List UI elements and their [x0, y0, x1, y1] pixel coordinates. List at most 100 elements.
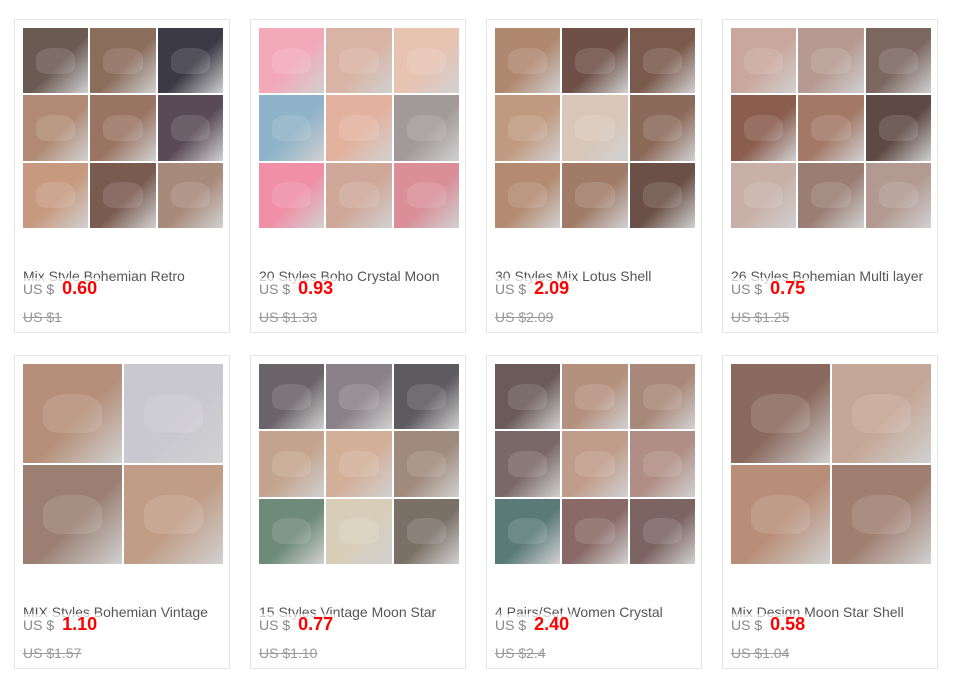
product-card[interactable]: Mix Design Moon Star Shell US $ 0.58 US … — [722, 355, 938, 669]
product-photo-tile — [393, 162, 459, 228]
product-photo-tile — [495, 431, 561, 497]
currency-label: US $ — [23, 281, 55, 297]
product-photo-tile — [259, 95, 325, 161]
product-photo-tile — [393, 431, 459, 497]
original-price: US $2.09 — [495, 309, 554, 325]
price-row: US $ 0.58 — [731, 614, 810, 636]
product-photo-tile — [865, 162, 931, 228]
price-row: US $ 2.40 — [495, 614, 574, 636]
original-price: US $2.4 — [495, 645, 546, 661]
product-photo-tile — [393, 498, 459, 564]
product-photo-tile — [495, 364, 561, 430]
product-photo-tile — [495, 162, 561, 228]
price-row: US $ 0.60 — [23, 278, 102, 300]
price-row: US $ 1.10 — [23, 614, 102, 636]
product-card[interactable]: Mix Style Bohemian Retro US $ 0.60 US $1 — [14, 19, 230, 333]
product-photo-tile — [865, 28, 931, 94]
product-photo-tile — [326, 162, 392, 228]
product-photo-tile — [393, 95, 459, 161]
product-photo-tile — [393, 28, 459, 94]
sale-price: 0.93 — [298, 278, 334, 298]
product-photo-tile — [629, 364, 695, 430]
product-photo-tile — [731, 95, 797, 161]
product-photo-tile — [629, 162, 695, 228]
product-photo-tile — [629, 431, 695, 497]
sale-price: 0.60 — [62, 278, 98, 298]
product-photo-tile — [326, 28, 392, 94]
product-image[interactable] — [495, 28, 695, 228]
original-price: US $1.04 — [731, 645, 790, 661]
original-price: US $1.57 — [23, 645, 82, 661]
product-photo-tile — [326, 364, 392, 430]
product-photo-tile — [629, 95, 695, 161]
product-photo-tile — [90, 162, 156, 228]
product-image[interactable] — [731, 364, 931, 564]
product-photo-tile — [259, 498, 325, 564]
currency-label: US $ — [495, 281, 527, 297]
product-card[interactable]: 4 Pairs/Set Women Crystal US $ 2.40 US $… — [486, 355, 702, 669]
product-photo-tile — [495, 498, 561, 564]
product-photo-tile — [731, 465, 830, 564]
product-grid: Mix Style Bohemian Retro US $ 0.60 US $1… — [0, 0, 958, 688]
product-photo-tile — [731, 162, 797, 228]
sale-price: 1.10 — [62, 614, 98, 634]
product-photo-tile — [562, 498, 628, 564]
product-photo-tile — [798, 95, 864, 161]
product-image[interactable] — [495, 364, 695, 564]
product-photo-tile — [23, 28, 89, 94]
product-photo-tile — [832, 364, 931, 463]
price-row: US $ 2.09 — [495, 278, 574, 300]
product-photo-tile — [259, 162, 325, 228]
product-photo-tile — [798, 162, 864, 228]
product-photo-tile — [393, 364, 459, 430]
product-card[interactable]: 30 Styles Mix Lotus Shell US $ 2.09 US $… — [486, 19, 702, 333]
product-photo-tile — [326, 431, 392, 497]
product-photo-tile — [326, 498, 392, 564]
price-row: US $ 0.93 — [259, 278, 338, 300]
product-image[interactable] — [259, 28, 459, 228]
product-photo-tile — [562, 28, 628, 94]
product-photo-tile — [832, 465, 931, 564]
product-photo-tile — [798, 28, 864, 94]
currency-label: US $ — [259, 617, 291, 633]
product-card[interactable]: 20 Styles Boho Crystal Moon US $ 0.93 US… — [250, 19, 466, 333]
product-photo-tile — [562, 95, 628, 161]
original-price: US $1.33 — [259, 309, 318, 325]
currency-label: US $ — [731, 281, 763, 297]
product-card[interactable]: MIX Styles Bohemian Vintage US $ 1.10 US… — [14, 355, 230, 669]
sale-price: 2.40 — [534, 614, 570, 634]
product-photo-tile — [259, 364, 325, 430]
product-photo-tile — [259, 28, 325, 94]
product-photo-tile — [562, 162, 628, 228]
currency-label: US $ — [495, 617, 527, 633]
product-photo-tile — [629, 28, 695, 94]
product-image[interactable] — [731, 28, 931, 228]
currency-label: US $ — [259, 281, 291, 297]
product-photo-tile — [157, 95, 223, 161]
product-photo-tile — [90, 95, 156, 161]
product-image[interactable] — [23, 364, 223, 564]
product-photo-tile — [495, 28, 561, 94]
product-photo-tile — [259, 431, 325, 497]
price-row: US $ 0.75 — [731, 278, 810, 300]
price-row: US $ 0.77 — [259, 614, 338, 636]
product-photo-tile — [562, 431, 628, 497]
sale-price: 0.77 — [298, 614, 334, 634]
product-photo-tile — [124, 465, 223, 564]
product-card[interactable]: 26 Styles Bohemian Multi layer US $ 0.75… — [722, 19, 938, 333]
product-photo-tile — [731, 364, 830, 463]
product-photo-tile — [629, 498, 695, 564]
product-photo-tile — [157, 162, 223, 228]
product-photo-tile — [23, 95, 89, 161]
product-photo-tile — [90, 28, 156, 94]
product-photo-tile — [495, 95, 561, 161]
sale-price: 0.75 — [770, 278, 806, 298]
product-photo-tile — [731, 28, 797, 94]
product-card[interactable]: 15 Styles Vintage Moon Star US $ 0.77 US… — [250, 355, 466, 669]
product-image[interactable] — [23, 28, 223, 228]
product-image[interactable] — [259, 364, 459, 564]
product-photo-tile — [23, 364, 122, 463]
original-price: US $1.10 — [259, 645, 318, 661]
sale-price: 0.58 — [770, 614, 806, 634]
product-photo-tile — [326, 95, 392, 161]
